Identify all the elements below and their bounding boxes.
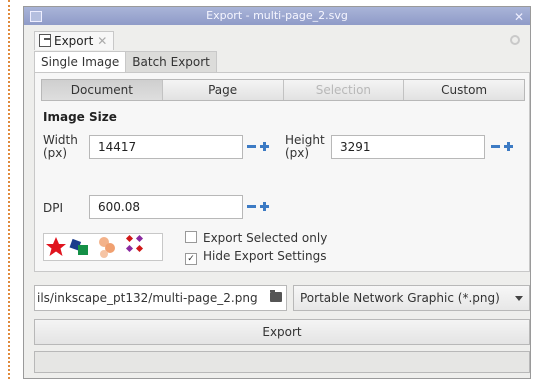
- minus-icon[interactable]: [491, 145, 500, 148]
- height-stepper[interactable]: [489, 135, 519, 159]
- tab-single-image[interactable]: Single Image: [34, 51, 127, 73]
- hide-export-settings-checkbox[interactable]: ✓ Hide Export Settings: [185, 249, 327, 265]
- export-selected-only-label: Export Selected only: [203, 231, 328, 245]
- dpi-input[interactable]: 600.08: [89, 195, 243, 219]
- height-label: Height (px): [285, 133, 325, 160]
- plus-icon[interactable]: [504, 142, 513, 151]
- mode-custom[interactable]: Custom: [404, 80, 524, 100]
- export-selected-only-checkbox[interactable]: Export Selected only: [185, 231, 327, 245]
- mode-selection: Selection: [283, 80, 405, 100]
- filename-input[interactable]: ils/inkscape_pt132/multi-page_2.png: [34, 285, 287, 311]
- hide-export-settings-label: Hide Export Settings: [203, 249, 327, 263]
- dropdown-arrow-icon[interactable]: [515, 296, 523, 301]
- checkmark-icon[interactable]: ✓: [185, 253, 197, 265]
- preview-shapes-icon: [46, 234, 144, 258]
- plus-icon[interactable]: [260, 142, 269, 151]
- folder-icon[interactable]: [270, 290, 282, 302]
- export-dialog-window: Export - multi-page_2.svg ✕ Export ✕ Sing…: [23, 6, 531, 379]
- checkbox-icon[interactable]: [185, 231, 197, 243]
- dock-tab-label: Export: [54, 34, 94, 48]
- minus-icon[interactable]: [247, 145, 256, 148]
- tab-close-icon[interactable]: ✕: [97, 34, 107, 48]
- file-format-select[interactable]: Portable Network Graphic (*.png): [293, 285, 530, 311]
- close-icon[interactable]: ✕: [514, 8, 524, 26]
- export-progress-bar: [34, 351, 530, 373]
- tab-batch-export[interactable]: Batch Export: [125, 51, 217, 73]
- minus-icon[interactable]: [247, 205, 256, 208]
- file-format-value: Portable Network Graphic (*.png): [300, 291, 500, 305]
- dpi-stepper[interactable]: [245, 195, 275, 219]
- export-file-row: ils/inkscape_pt132/multi-page_2.png Port…: [34, 285, 530, 311]
- height-input[interactable]: 3291: [331, 135, 485, 159]
- dpi-label: DPI: [43, 201, 64, 215]
- window-menu-icon[interactable]: [30, 11, 42, 22]
- image-size-title: Image Size: [43, 110, 117, 124]
- mode-page[interactable]: Page: [162, 80, 284, 100]
- plus-icon[interactable]: [260, 202, 269, 211]
- selection-preview: [43, 233, 163, 261]
- window-title: Export - multi-page_2.svg: [206, 9, 348, 22]
- width-label: Width (px): [43, 133, 78, 160]
- export-area-modes: Document Page Selection Custom: [41, 79, 525, 101]
- pin-icon[interactable]: [510, 35, 520, 45]
- export-button[interactable]: Export: [34, 319, 530, 345]
- mode-document[interactable]: Document: [42, 80, 163, 100]
- title-bar: Export - multi-page_2.svg ✕: [24, 7, 530, 25]
- dock-tab-export[interactable]: Export ✕: [34, 31, 115, 50]
- single-image-panel: Document Page Selection Custom Image Siz…: [34, 72, 530, 272]
- export-subtabs: Single Image Batch Export: [34, 51, 217, 73]
- width-stepper[interactable]: [245, 135, 275, 159]
- export-icon: [39, 34, 51, 47]
- width-input[interactable]: 14417: [89, 135, 243, 159]
- dotted-border: [8, 0, 10, 379]
